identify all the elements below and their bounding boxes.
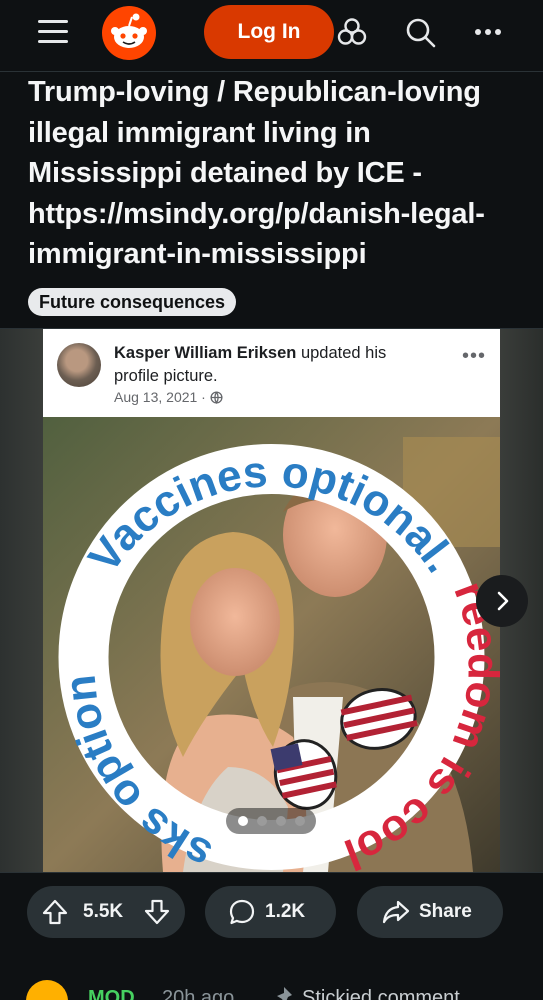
post-title: Trump-loving / Republican-loving illegal…	[28, 76, 485, 270]
comment-time: 20h ago	[162, 987, 235, 1000]
carousel-dot	[256, 816, 267, 826]
share-label: Share	[419, 901, 472, 922]
downvote-icon[interactable]	[143, 898, 171, 926]
embedded-post-header: Kasper William Eriksen updated his profi…	[43, 329, 500, 417]
post-actions-bar: 5.5K 1.2K Share	[0, 872, 543, 952]
embedded-post-date-text: Aug 13, 2021 ·	[114, 389, 206, 405]
embedded-post-author: Kasper William Eriksen	[114, 344, 297, 362]
embedded-post-caption: Kasper William Eriksen updated his profi…	[114, 342, 434, 388]
share-button[interactable]: Share	[357, 886, 503, 938]
comment-author[interactable]: MOD	[88, 987, 135, 1000]
more-icon[interactable]	[468, 12, 508, 52]
embedded-post-more-icon: •••	[461, 345, 486, 367]
comment-icon	[229, 899, 255, 925]
carousel-dot	[237, 816, 248, 826]
post-media[interactable]: Kasper William Eriksen updated his profi…	[0, 329, 543, 872]
comments-button[interactable]: 1.2K	[205, 886, 336, 938]
share-icon	[382, 900, 410, 924]
vote-count: 5.5K	[83, 901, 124, 922]
carousel-dot	[294, 816, 305, 826]
moderator-avatar	[26, 980, 68, 1000]
comment-count: 1.2K	[265, 901, 306, 922]
log-in-button[interactable]: Log In	[204, 5, 334, 59]
carousel-indicator	[226, 808, 316, 834]
pin-icon	[277, 987, 292, 1000]
comment-preview: MOD 20h ago Stickied comment	[0, 975, 543, 1000]
embedded-post-date: Aug 13, 2021 ·	[114, 389, 223, 405]
stickied-badge: Stickied comment	[302, 987, 460, 1000]
carousel-next-button[interactable]	[476, 575, 528, 627]
upvote-icon[interactable]	[41, 898, 69, 926]
profile-photo: Vaccines optional. Freedom is cool. Mask…	[43, 417, 500, 872]
globe-icon	[210, 390, 223, 404]
chevron-right-icon	[497, 591, 509, 611]
vote-control: 5.5K	[27, 886, 185, 938]
post-flair[interactable]: Future consequences	[28, 288, 237, 316]
author-avatar	[57, 343, 101, 387]
top-bar: Log In	[0, 0, 543, 72]
menu-icon[interactable]	[36, 17, 72, 47]
reddit-logo[interactable]	[102, 6, 156, 60]
search-icon[interactable]	[400, 12, 440, 52]
communities-icon[interactable]	[332, 12, 372, 52]
carousel-dot	[275, 816, 286, 826]
